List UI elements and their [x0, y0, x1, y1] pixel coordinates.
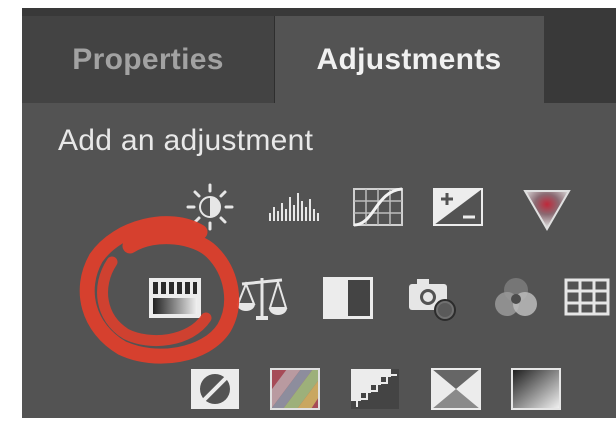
section-heading: Add an adjustment: [58, 124, 314, 157]
color-lookup-icon[interactable]: [560, 270, 616, 326]
selective-color-icon[interactable]: [428, 361, 484, 417]
color-balance-icon[interactable]: [234, 270, 290, 326]
vibrance-icon[interactable]: [519, 179, 575, 235]
invert-icon[interactable]: [187, 361, 243, 417]
exposure-icon[interactable]: [430, 179, 486, 235]
tab-properties[interactable]: Properties: [22, 16, 274, 103]
adjustments-panel: Properties Adjustments Add an adjustment: [22, 8, 616, 418]
tab-adjustments[interactable]: Adjustments: [274, 16, 544, 103]
levels-icon[interactable]: [266, 179, 322, 235]
black-white-icon[interactable]: [320, 270, 376, 326]
curves-icon[interactable]: [350, 179, 406, 235]
posterize-icon[interactable]: [267, 361, 323, 417]
threshold-icon[interactable]: [347, 361, 403, 417]
channel-mixer-icon[interactable]: [488, 270, 544, 326]
tab-divider: [274, 16, 275, 103]
brightness-contrast-icon[interactable]: [182, 179, 238, 235]
gradient-map-icon[interactable]: [508, 361, 564, 417]
tab-bar: Properties Adjustments: [22, 8, 616, 103]
hue-saturation-icon[interactable]: [147, 270, 203, 326]
photo-filter-icon[interactable]: [405, 270, 461, 326]
